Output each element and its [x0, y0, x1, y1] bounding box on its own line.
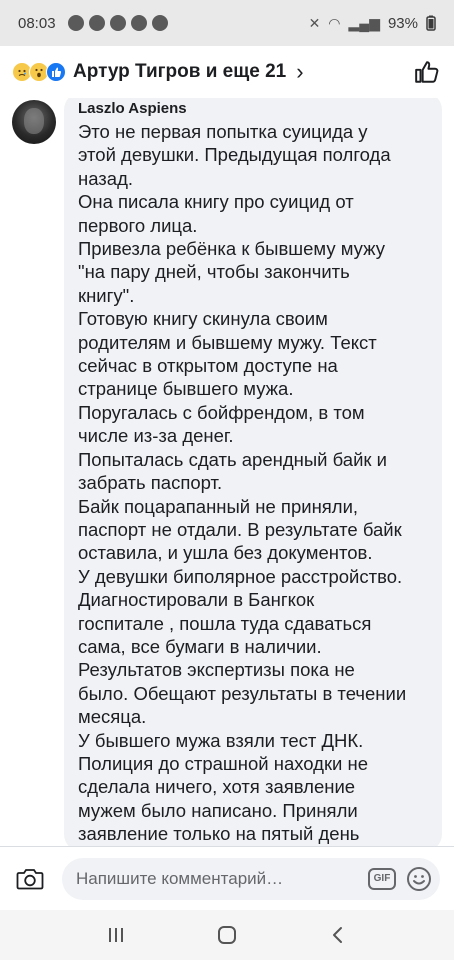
back-icon [333, 927, 343, 943]
comment-line: Байк поцарапанный не приняли, [78, 495, 359, 517]
comment-line: Поругалась с бойфрендом, в том [78, 401, 365, 423]
emoji-icon [407, 866, 431, 891]
comment-line: Диагностировали в Бангкок [78, 589, 315, 611]
comment-line: странице бывшего мужа. [78, 378, 294, 400]
comment-line: "на пару дней, чтобы закончить [78, 261, 350, 283]
reaction-summary[interactable] [12, 62, 66, 82]
comment-bubble[interactable]: Laszlo Aspiens Это не первая попытка суи… [64, 98, 442, 846]
app-notification-icon [151, 15, 168, 31]
comment-line: первого лица. [78, 214, 198, 236]
comment-line: сделала ничего, хотя заявление [78, 776, 356, 798]
status-bar: 08:03 ✕ ◠ ▂▄▆ 93% [0, 0, 454, 46]
comment-line: мужем было написано. Приняли [78, 799, 358, 821]
comment-line: Это не первая попытка суицида у [78, 121, 368, 142]
comment-line: книгу". [78, 284, 135, 306]
comment-line: Попыталась сдать арендный байк и [78, 448, 387, 470]
comment-author[interactable]: Laszlo Aspiens [78, 100, 430, 117]
comment-line: сейчас в открытом доступе на [78, 355, 338, 377]
comment-thread[interactable]: Laszlo Aspiens Это не первая попытка суи… [0, 98, 454, 846]
status-time: 08:03 [18, 14, 56, 32]
emoji-button[interactable] [406, 866, 432, 892]
chevron-right-icon[interactable]: › [296, 61, 303, 83]
comment-line: Результатов экспертизы пока не [78, 659, 355, 681]
whatsapp-icon [67, 15, 84, 31]
notification-icons [67, 15, 168, 31]
comment-line: родителям и бывшему мужу. Текст [78, 331, 377, 353]
comment-text: Это не первая попытка суицида у этой дев… [78, 120, 430, 846]
comment-line: госпитале , пошла туда сдаваться [78, 612, 372, 634]
comment-line: забрать паспорт. [78, 472, 223, 494]
comment-line: У бывшего мужа взяли тест ДНК. [78, 729, 364, 751]
reactions-header[interactable]: Артур Тигров и еще 21 › [0, 46, 454, 98]
comment-input[interactable]: Напишите комментарий… GIF [62, 857, 440, 900]
like-reaction-icon [46, 62, 66, 82]
comment-line: оставила, и ушла без документов. [78, 542, 373, 564]
gif-button[interactable]: GIF [368, 867, 396, 890]
comment-line: Она писала книгу про суицид от [78, 191, 354, 213]
comment-input-placeholder[interactable]: Напишите комментарий… [76, 869, 368, 889]
facebook-icon [88, 15, 105, 31]
comment-line: месяца. [78, 706, 147, 728]
comment-line: Привезла ребёнка к бывшему мужу [78, 238, 385, 260]
comment-line: назад. [78, 167, 134, 189]
comment-line: Готовую книгу скинула своим [78, 308, 328, 330]
mute-icon: ✕ [308, 14, 321, 31]
comment-line: числе из-за денег. [78, 425, 234, 447]
wifi-icon: ◠ [328, 14, 341, 31]
comment-line: У девушки биполярное расстройство. [78, 565, 403, 587]
comment-line: было. Обещают результаты в течении [78, 682, 407, 704]
comment-line: Полиция до страшной находки не [78, 752, 369, 774]
battery-level: 93% [387, 14, 418, 32]
battery-icon [426, 15, 436, 31]
recent-apps-icon [108, 928, 123, 942]
signal-icon: ▂▄▆ [348, 14, 380, 31]
avatar[interactable] [12, 100, 56, 144]
like-button[interactable] [412, 57, 442, 87]
comment-line: этой девушки. Предыдущая полгода [78, 144, 391, 166]
home-icon [217, 926, 236, 944]
comment-line: заявление только на пятый день [78, 823, 360, 845]
recent-apps-button[interactable] [101, 920, 131, 950]
messenger-icon [130, 15, 147, 31]
camera-button[interactable] [14, 863, 46, 895]
home-button[interactable] [212, 920, 242, 950]
comment-line: сама, все бумаги в наличии. [78, 635, 322, 657]
comment-line: паспорт не отдали. В результате байк [78, 518, 402, 540]
tinder-icon [109, 15, 126, 31]
back-button[interactable] [323, 920, 353, 950]
camera-icon [16, 868, 44, 889]
thumbs-up-icon [415, 61, 439, 83]
reactors-title[interactable]: Артур Тигров и еще 21 [73, 61, 286, 83]
android-navigation-bar [0, 910, 454, 960]
comment-composer: Напишите комментарий… GIF [0, 846, 454, 910]
